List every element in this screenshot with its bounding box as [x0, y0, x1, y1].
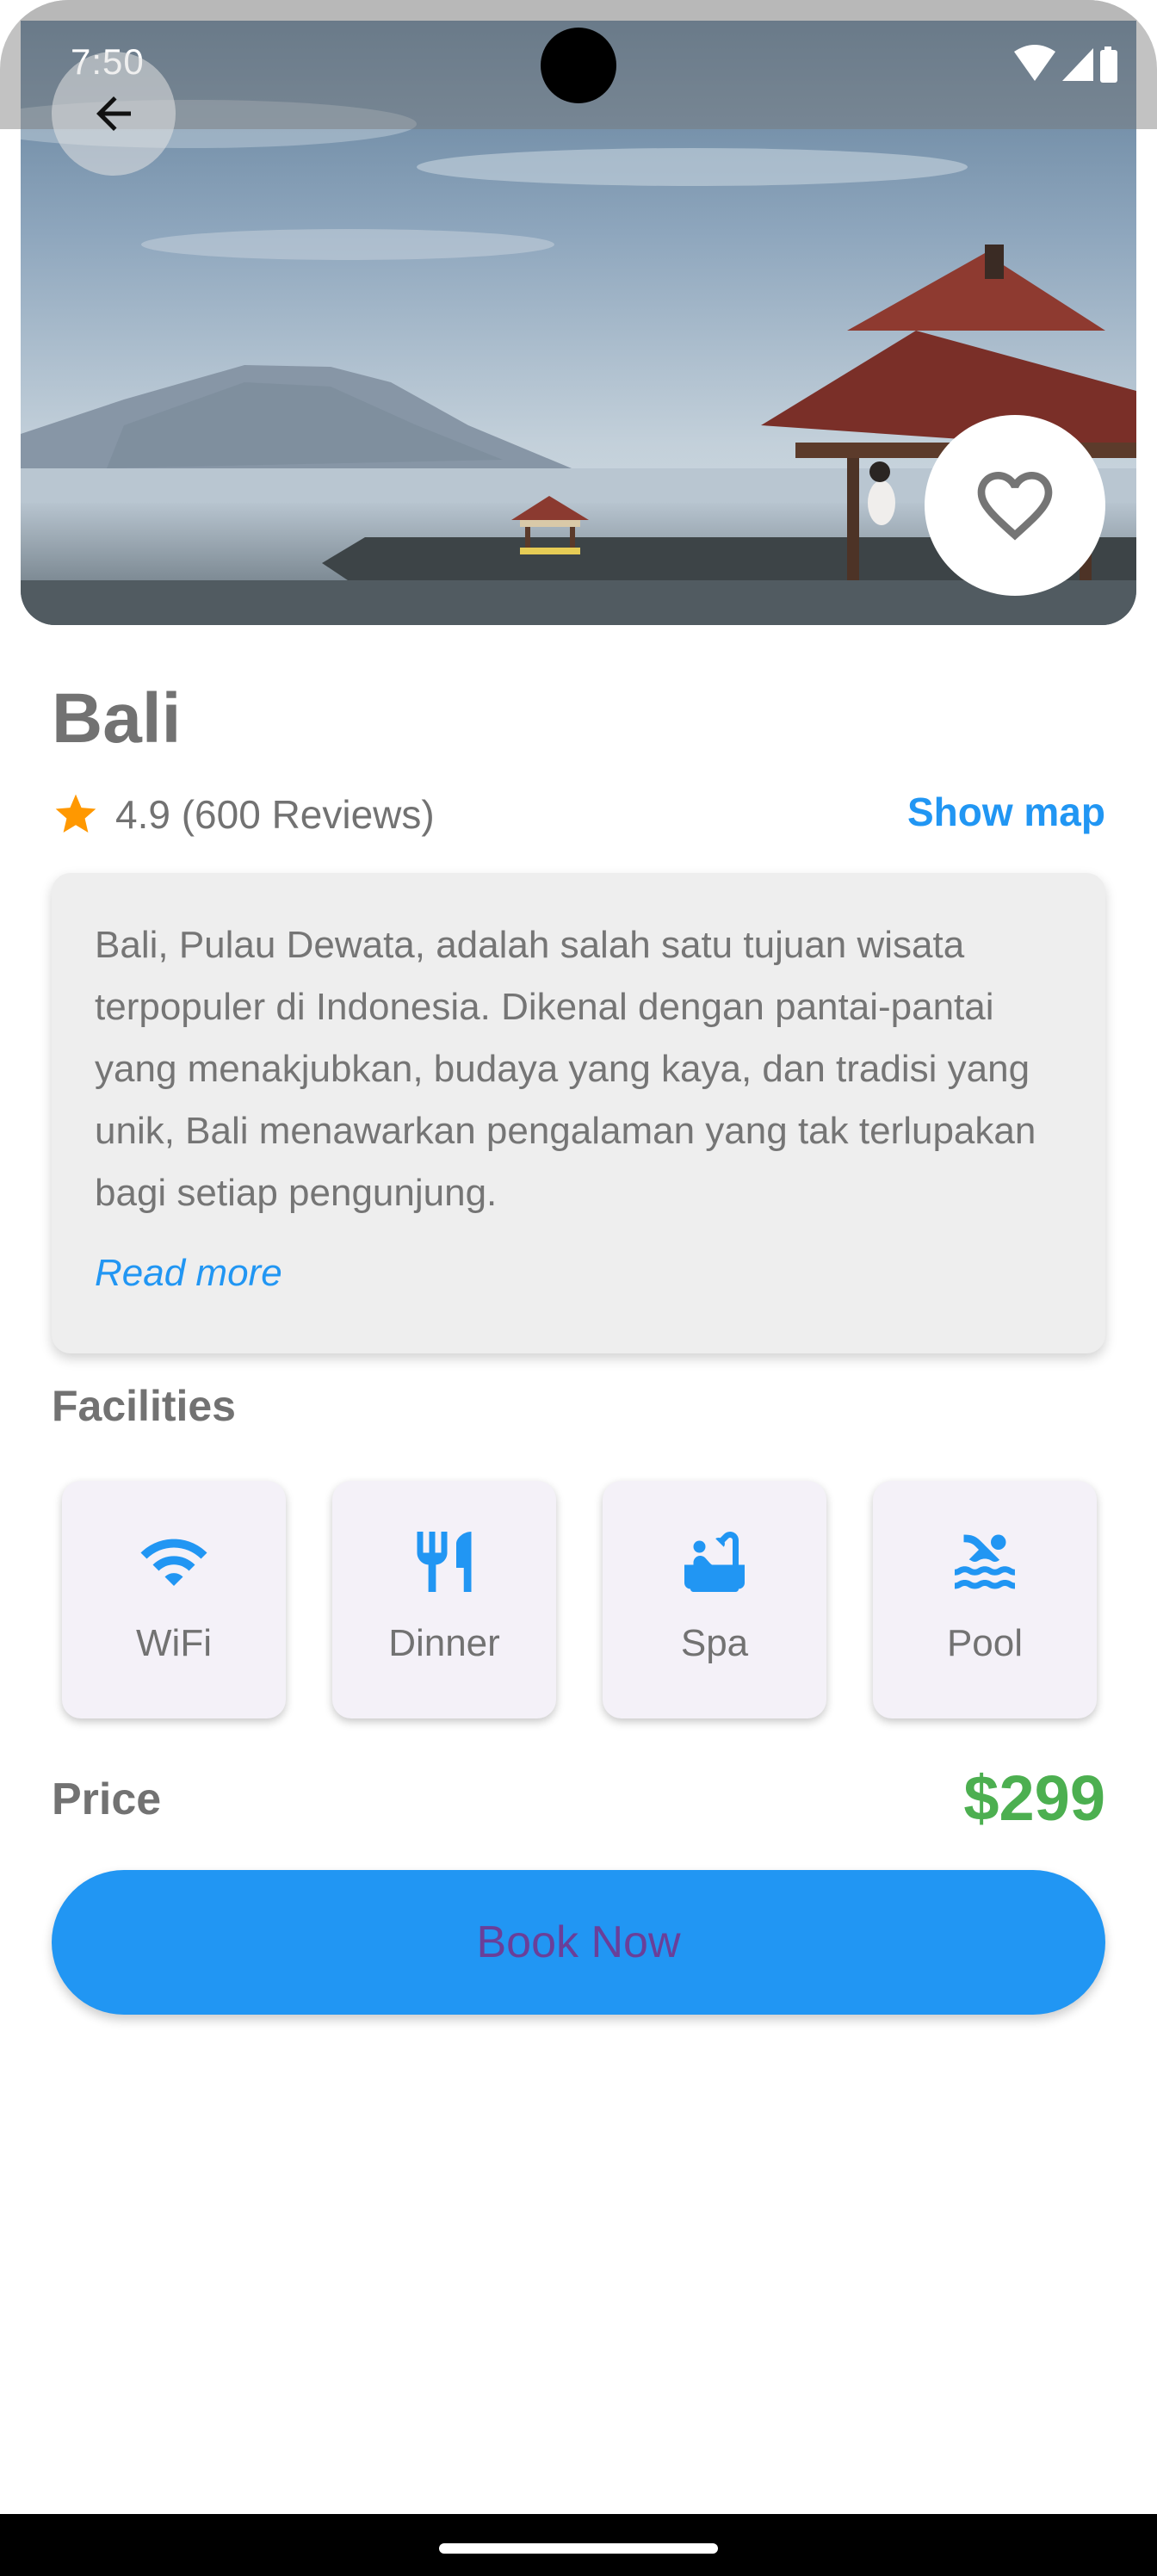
battery-icon: [1100, 46, 1117, 83]
rating-row: 4.9 (600 Reviews): [52, 790, 435, 839]
camera-cutout: [541, 28, 616, 103]
signal-icon: [1062, 48, 1093, 81]
facility-label: Dinner: [388, 1622, 500, 1664]
facility-label: Spa: [680, 1622, 749, 1664]
pool-icon: [955, 1534, 1015, 1589]
description-text: Bali, Pulau Dewata, adalah salah satu tu…: [95, 924, 1036, 1214]
status-icons: [962, 43, 1135, 84]
facility-label: Pool: [946, 1622, 1024, 1664]
home-gesture-handle[interactable]: [439, 2543, 718, 2554]
restaurant-icon: [417, 1532, 472, 1592]
read-more-link[interactable]: Read more: [95, 1252, 282, 1295]
destination-title: Bali: [52, 679, 182, 758]
facility-spa[interactable]: Spa: [603, 1481, 826, 1718]
wifi-icon: [1014, 45, 1055, 81]
price-label: Price: [52, 1774, 162, 1824]
heart-outline-icon: [977, 472, 1053, 541]
bathtub-icon: [684, 1532, 745, 1592]
favorite-button[interactable]: [925, 415, 1105, 596]
facilities-title: Facilities: [52, 1382, 236, 1430]
arrow-back-icon: [96, 96, 131, 131]
description-card: Bali, Pulau Dewata, adalah salah satu tu…: [52, 873, 1105, 1353]
back-button[interactable]: [52, 52, 176, 176]
status-bar-top: [0, 0, 1157, 21]
book-now-button[interactable]: Book Now: [52, 1870, 1105, 2015]
facility-pool[interactable]: Pool: [873, 1481, 1097, 1718]
price-value: $299: [963, 1762, 1105, 1834]
show-map-link[interactable]: Show map: [907, 789, 1105, 835]
detail-screen: 7:50 Bali 4.9 (: [0, 0, 1157, 2576]
facility-wifi[interactable]: WiFi: [62, 1481, 286, 1718]
wifi-icon: [140, 1539, 207, 1586]
facility-label: WiFi: [136, 1622, 212, 1664]
facility-dinner[interactable]: Dinner: [332, 1481, 556, 1718]
rating-text: 4.9 (600 Reviews): [115, 792, 435, 837]
star-icon: [55, 794, 96, 833]
